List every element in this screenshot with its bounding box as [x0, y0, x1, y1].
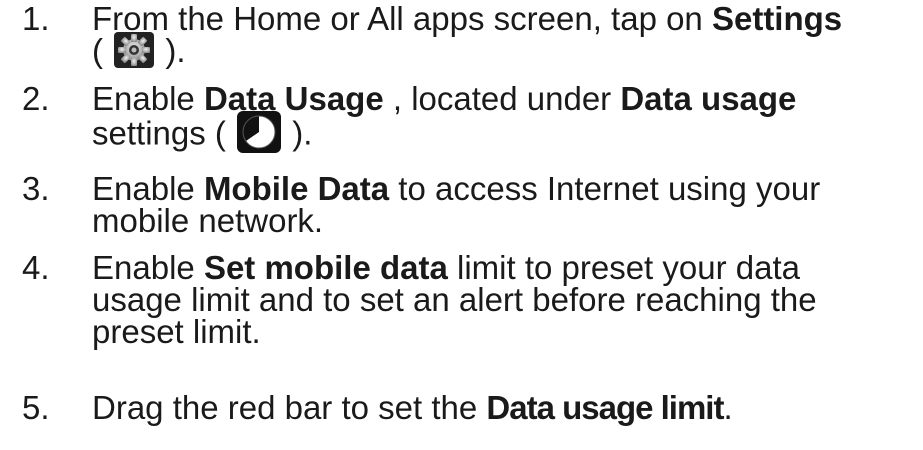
step-text-part: Drag the red bar to set the [92, 389, 487, 426]
step-number: 5. [22, 389, 50, 426]
step-text: Drag the red bar to set the Data usage l… [92, 389, 922, 426]
step-text-part: . [723, 389, 733, 426]
step-text-part: ). [292, 114, 313, 152]
step-text-part: preset limit. [92, 313, 261, 350]
step-text-part: settings ( [92, 114, 226, 152]
step-text: Enable Set mobile data limit to preset y… [92, 251, 922, 350]
step-text-part: ). [165, 32, 186, 69]
step-bold-term: Settings [711, 0, 843, 37]
step-number: 2. [22, 80, 50, 117]
step-text-part: usage limit and to set an alert before r… [92, 281, 817, 318]
clock-icon [237, 111, 282, 153]
step-bold-term: Data usage limit [486, 389, 724, 426]
gear-icon [114, 32, 155, 69]
step-text-part: to access Internet using your [389, 170, 821, 207]
step-text: Enable Mobile Data to access Internet us… [92, 170, 922, 239]
step-text: Enable Data Usage , located under Data u… [92, 80, 922, 157]
step-number: 4. [22, 249, 50, 286]
step-number: 3. [22, 170, 50, 207]
step-bold-term: Data Usage [203, 80, 384, 117]
step-text-part: , located under [383, 80, 621, 117]
step-number: 1. [22, 0, 50, 37]
step-bold-term: Data usage [620, 80, 797, 117]
step-text-part: mobile network. [92, 202, 324, 239]
step-text-part: ( [92, 32, 103, 69]
step-text-part: Enable [92, 80, 204, 117]
step-text: From the Home or All apps screen, tap on… [92, 0, 922, 71]
